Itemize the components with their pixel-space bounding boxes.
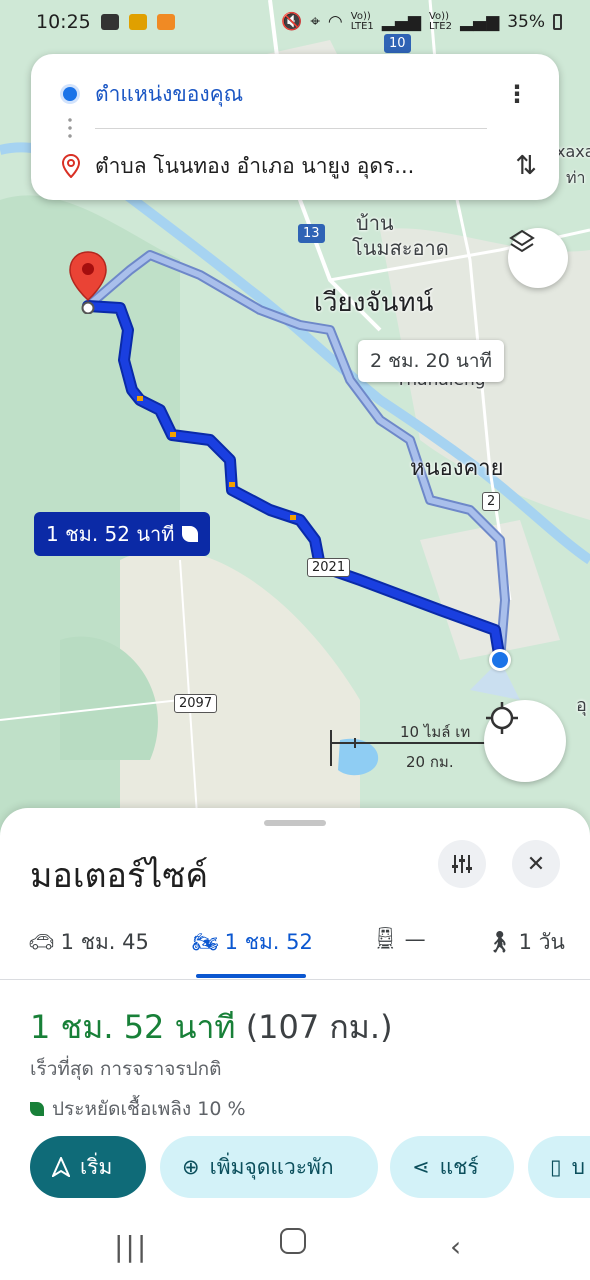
map-label-partial-right2: ท่า bbox=[566, 168, 586, 187]
scale-miles: 10 ไมล์ bbox=[400, 723, 451, 741]
crosshair-icon bbox=[486, 702, 518, 734]
road-shield-2097: 2097 bbox=[174, 694, 218, 713]
status-time: 10:25 bbox=[36, 11, 91, 33]
signal2-icon: ▂▄▆ bbox=[459, 12, 500, 32]
wifi-icon: ◠ bbox=[327, 12, 343, 32]
add-stop-label: เพิ่มจุดแวะพัก bbox=[209, 1154, 334, 1179]
more-options-icon[interactable]: ⋮ bbox=[505, 82, 529, 106]
close-icon: ✕ bbox=[526, 851, 546, 877]
gallery-notification-icon bbox=[100, 14, 119, 30]
route-description: เร็วที่สุด การจราจรปกติ bbox=[30, 1058, 222, 1080]
origin-field[interactable]: ตำแหน่งของคุณ bbox=[95, 78, 243, 111]
route-summary: 1 ชม. 52 นาที (107 กม.) bbox=[30, 1002, 393, 1053]
destination-row[interactable]: ตำบล โนนทอง อำเภอ นายูง อุดร... ⇅ bbox=[31, 148, 559, 184]
tab-transit-label: — bbox=[404, 926, 426, 951]
scale-km: 20 กม. bbox=[406, 753, 454, 771]
signal-icon: ▂▄▆ bbox=[381, 12, 421, 32]
location-icon: ⌖ bbox=[310, 12, 320, 32]
layers-icon bbox=[509, 229, 535, 253]
status-bar: 10:25 🔇 ⌖ ◠ Vo)) LTE1 ▂▄▆ Vo)) LTE2 ▂▄▆ 35… bbox=[0, 0, 590, 44]
map-label-bansaat: โนมสะอาด bbox=[352, 236, 449, 260]
map-label-partial-right3: อุ bbox=[576, 695, 587, 716]
tab-car-label: 1 ชม. 45 bbox=[60, 930, 149, 954]
swap-icon[interactable]: ⇅ bbox=[515, 151, 537, 181]
destination-marker-icon bbox=[61, 154, 81, 178]
add-stop-button[interactable]: ⊕ เพิ่มจุดแวะพัก bbox=[160, 1136, 378, 1198]
tab-transit[interactable]: 🚆︎ — bbox=[372, 926, 426, 951]
origin-dot-icon bbox=[63, 87, 77, 101]
travel-mode-tabs: 🚗︎ 1 ชม. 45 🏍︎ 1 ชม. 52 🚆︎ — 🚶︎ 1 วัน bbox=[0, 916, 590, 980]
route-badge-alt[interactable]: 2 ชม. 20 นาที bbox=[358, 340, 505, 382]
walk-icon: 🚶︎ bbox=[486, 930, 513, 954]
share-label: แชร์ bbox=[439, 1154, 479, 1179]
route-dots-icon bbox=[68, 116, 72, 142]
share-icon: ⋖ bbox=[412, 1155, 430, 1179]
directions-card: ตำแหน่งของคุณ ⋮ ตำบล โนนทอง อำเภอ นายูง … bbox=[31, 54, 559, 200]
share-button[interactable]: ⋖ แชร์ bbox=[390, 1136, 514, 1198]
origin-row[interactable]: ตำแหน่งของคุณ ⋮ bbox=[31, 76, 559, 112]
my-location-button[interactable] bbox=[484, 700, 566, 782]
road-shield-13: 13 bbox=[298, 224, 325, 243]
road-shield-2: 2 bbox=[482, 492, 501, 511]
recent-apps-icon[interactable]: ||| bbox=[114, 1230, 148, 1263]
start-button[interactable]: เริ่ม bbox=[30, 1136, 146, 1198]
battery-level: 35% bbox=[507, 12, 545, 32]
tab-walk-label: 1 วัน bbox=[518, 930, 565, 954]
battery-icon bbox=[553, 14, 562, 30]
destination-pin-icon[interactable] bbox=[68, 250, 108, 314]
map-label-partial-right: xaxa bbox=[556, 142, 590, 161]
map-label-nongkhai: หนองคาย bbox=[410, 456, 504, 481]
destination-field[interactable]: ตำบล โนนทอง อำเภอ นายูง อุดร... bbox=[95, 150, 414, 183]
home-icon[interactable] bbox=[280, 1228, 306, 1254]
route-distance: (107 กม.) bbox=[245, 1008, 393, 1046]
motorcycle-icon: 🏍︎ bbox=[192, 930, 219, 954]
add-location-icon: ⊕ bbox=[182, 1155, 200, 1179]
tab-motorcycle-label: 1 ชม. 52 bbox=[224, 930, 313, 954]
map-label-vientiane: เวียงจันทน์ bbox=[314, 288, 434, 318]
car-icon: 🚗︎ bbox=[28, 930, 55, 954]
active-tab-indicator bbox=[196, 974, 306, 978]
route-badge-selected-label: 1 ชม. 52 นาที bbox=[46, 522, 175, 546]
back-icon[interactable]: ‹ bbox=[450, 1230, 461, 1263]
drag-handle[interactable] bbox=[264, 820, 326, 826]
divider bbox=[95, 128, 487, 129]
train-icon: 🚆︎ bbox=[372, 926, 399, 950]
system-nav-bar: ||| ‹ bbox=[0, 1210, 590, 1280]
tab-motorcycle[interactable]: 🏍︎ 1 ชม. 52 bbox=[192, 926, 313, 959]
save-label: บ bbox=[571, 1154, 585, 1179]
navigation-arrow-icon bbox=[52, 1157, 70, 1177]
bookmark-icon: ▯ bbox=[550, 1155, 562, 1179]
tab-car[interactable]: 🚗︎ 1 ชม. 45 bbox=[28, 926, 149, 959]
close-button[interactable]: ✕ bbox=[512, 840, 560, 888]
leaf-icon bbox=[182, 526, 199, 542]
eco-leaf-icon bbox=[30, 1102, 44, 1116]
route-duration: 1 ชม. 52 นาที bbox=[30, 1008, 236, 1046]
route-badge-selected[interactable]: 1 ชม. 52 นาที bbox=[34, 512, 211, 556]
tune-icon bbox=[452, 855, 472, 873]
tab-walk[interactable]: 🚶︎ 1 วัน bbox=[486, 926, 565, 959]
route-options-button[interactable] bbox=[438, 840, 486, 888]
save-button[interactable]: ▯ บ bbox=[528, 1136, 590, 1198]
travel-mode-title: มอเตอร์ไซค์ bbox=[30, 856, 209, 896]
fuel-saving-row: ประหยัดเชื้อเพลิง 10 % bbox=[30, 1094, 246, 1124]
action-buttons: เริ่ม ⊕ เพิ่มจุดแวะพัก ⋖ แชร์ ▯ บ bbox=[30, 1136, 590, 1198]
app-notification-icon bbox=[128, 14, 147, 30]
layers-button[interactable] bbox=[508, 228, 568, 288]
map-scale: 10 ไมล์ เท 20 กม. bbox=[330, 720, 510, 780]
start-label: เริ่ม bbox=[80, 1154, 113, 1179]
mute-icon: 🔇 bbox=[281, 12, 303, 32]
wallet-notification-icon bbox=[156, 14, 175, 30]
scale-miles-suffix: เท bbox=[455, 723, 471, 741]
current-location-dot bbox=[489, 649, 511, 671]
road-shield-2021: 2021 bbox=[307, 558, 351, 577]
fuel-saving-text: ประหยัดเชื้อเพลิง 10 % bbox=[52, 1098, 246, 1120]
lte1-label: Vo)) LTE1 bbox=[350, 11, 374, 32]
lte2-label: Vo)) LTE2 bbox=[428, 11, 452, 32]
